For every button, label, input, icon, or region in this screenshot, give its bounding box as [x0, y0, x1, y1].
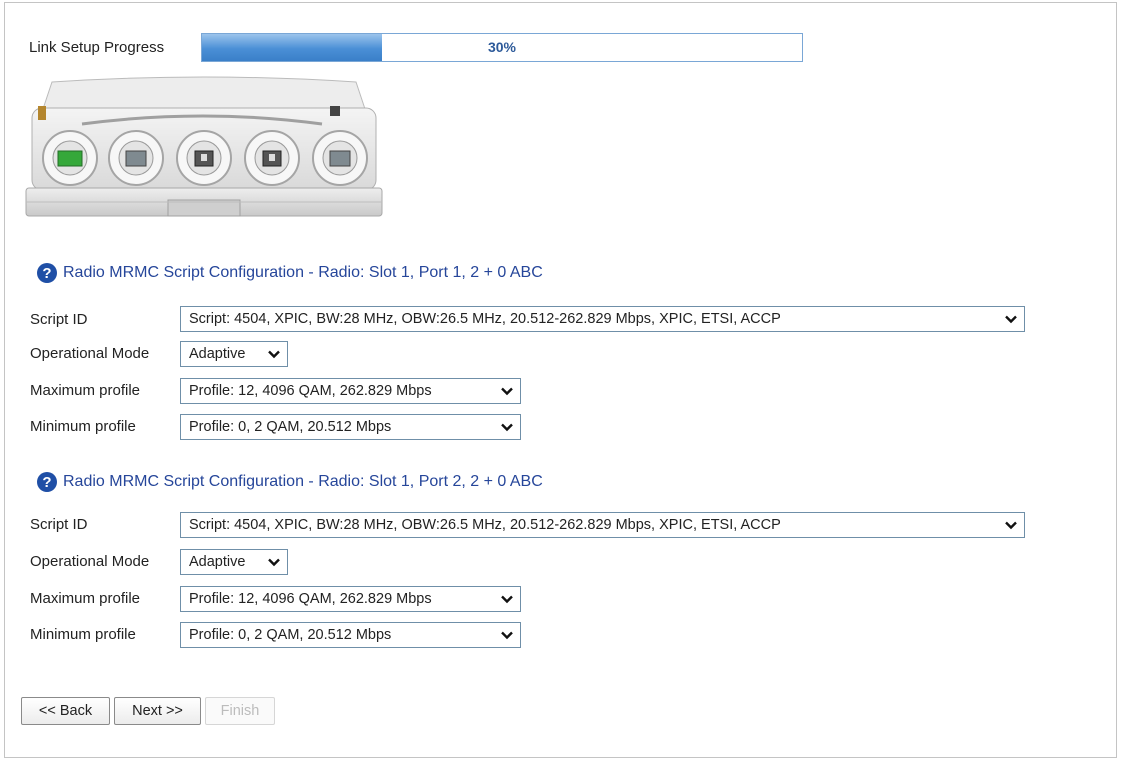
minimum-profile-value: Profile: 0, 2 QAM, 20.512 Mbps [189, 627, 392, 643]
script-id-select[interactable]: Script: 4504, XPIC, BW:28 MHz, OBW:26.5 … [180, 306, 1025, 332]
operational-mode-select[interactable]: Adaptive [180, 341, 288, 367]
maximum-profile-select[interactable]: Profile: 12, 4096 QAM, 262.829 Mbps [180, 586, 521, 612]
operational-mode-label: Operational Mode [30, 552, 150, 570]
operational-mode-value: Adaptive [189, 554, 246, 570]
row-operational-mode: Operational Mode [30, 547, 180, 575]
maximum-profile-value: Profile: 12, 4096 QAM, 262.829 Mbps [189, 591, 432, 607]
chevron-down-icon [265, 350, 283, 359]
chevron-down-icon [265, 558, 283, 567]
chevron-down-icon [498, 631, 516, 640]
row-minimum-profile: Minimum profile [30, 620, 180, 648]
minimum-profile-label: Minimum profile [30, 625, 136, 643]
chevron-down-icon [498, 387, 516, 396]
row-operational-mode: Operational Mode [30, 339, 180, 367]
link-setup-progress-bar: 30% [201, 33, 803, 62]
operational-mode-label: Operational Mode [30, 344, 150, 362]
finish-button: Finish [205, 697, 275, 725]
operational-mode-select[interactable]: Adaptive [180, 549, 288, 575]
progress-percent: 30% [487, 39, 517, 55]
row-maximum-profile: Maximum profile [30, 584, 180, 612]
chevron-down-icon [1002, 315, 1020, 324]
section-title-text: Radio MRMC Script Configuration - Radio:… [63, 264, 543, 281]
section-title-port-1: ? Radio MRMC Script Configuration - Radi… [37, 263, 543, 283]
back-button[interactable]: << Back [21, 697, 110, 725]
minimum-profile-value: Profile: 0, 2 QAM, 20.512 Mbps [189, 419, 392, 435]
script-id-label: Script ID [30, 310, 88, 328]
operational-mode-value: Adaptive [189, 346, 246, 362]
minimum-profile-select[interactable]: Profile: 0, 2 QAM, 20.512 Mbps [180, 414, 521, 440]
minimum-profile-label: Minimum profile [30, 417, 136, 435]
maximum-profile-value: Profile: 12, 4096 QAM, 262.829 Mbps [189, 383, 432, 399]
script-id-value: Script: 4504, XPIC, BW:28 MHz, OBW:26.5 … [189, 311, 781, 327]
row-script-id: Script ID [30, 510, 180, 538]
chevron-down-icon [498, 595, 516, 604]
next-button[interactable]: Next >> [114, 697, 201, 725]
chevron-down-icon [498, 423, 516, 432]
maximum-profile-label: Maximum profile [30, 589, 141, 607]
script-id-select[interactable]: Script: 4504, XPIC, BW:28 MHz, OBW:26.5 … [180, 512, 1025, 538]
script-id-value: Script: 4504, XPIC, BW:28 MHz, OBW:26.5 … [189, 517, 781, 533]
row-script-id: Script ID [30, 305, 180, 333]
minimum-profile-select[interactable]: Profile: 0, 2 QAM, 20.512 Mbps [180, 622, 521, 648]
progress-label: Link Setup Progress [29, 39, 165, 56]
device-illustration [25, 76, 383, 217]
script-id-label: Script ID [30, 515, 88, 533]
row-minimum-profile: Minimum profile [30, 412, 180, 440]
chevron-down-icon [1002, 521, 1020, 530]
section-title-port-2: ? Radio MRMC Script Configuration - Radi… [37, 472, 543, 492]
section-title-text: Radio MRMC Script Configuration - Radio:… [63, 473, 543, 490]
row-maximum-profile: Maximum profile [30, 376, 180, 404]
help-icon[interactable]: ? [37, 263, 57, 283]
maximum-profile-label: Maximum profile [30, 381, 141, 399]
maximum-profile-select[interactable]: Profile: 12, 4096 QAM, 262.829 Mbps [180, 378, 521, 404]
help-icon[interactable]: ? [37, 472, 57, 492]
